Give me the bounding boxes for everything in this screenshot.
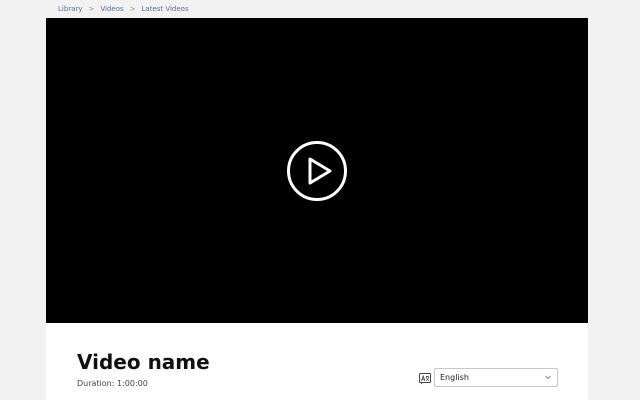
language-select[interactable]: English	[434, 368, 558, 387]
play-circle-icon[interactable]	[286, 140, 348, 202]
page: Library > Videos > Latest Videos Video n…	[0, 0, 640, 400]
breadcrumb-latest-videos[interactable]: Latest Videos	[142, 5, 189, 13]
translate-icon	[419, 370, 431, 385]
chevron-down-icon	[544, 373, 552, 381]
breadcrumb-separator: >	[129, 5, 136, 13]
video-player[interactable]	[46, 18, 588, 323]
breadcrumb-library[interactable]: Library	[58, 5, 82, 13]
video-title: Video name	[77, 350, 210, 374]
breadcrumb-separator: >	[88, 5, 95, 13]
video-duration: Duration: 1:00:00	[77, 379, 148, 388]
language-selected: English	[440, 373, 469, 382]
breadcrumb-videos[interactable]: Videos	[100, 5, 123, 13]
video-card: Video name Duration: 1:00:00 English	[46, 18, 588, 400]
breadcrumb: Library > Videos > Latest Videos	[58, 3, 189, 15]
